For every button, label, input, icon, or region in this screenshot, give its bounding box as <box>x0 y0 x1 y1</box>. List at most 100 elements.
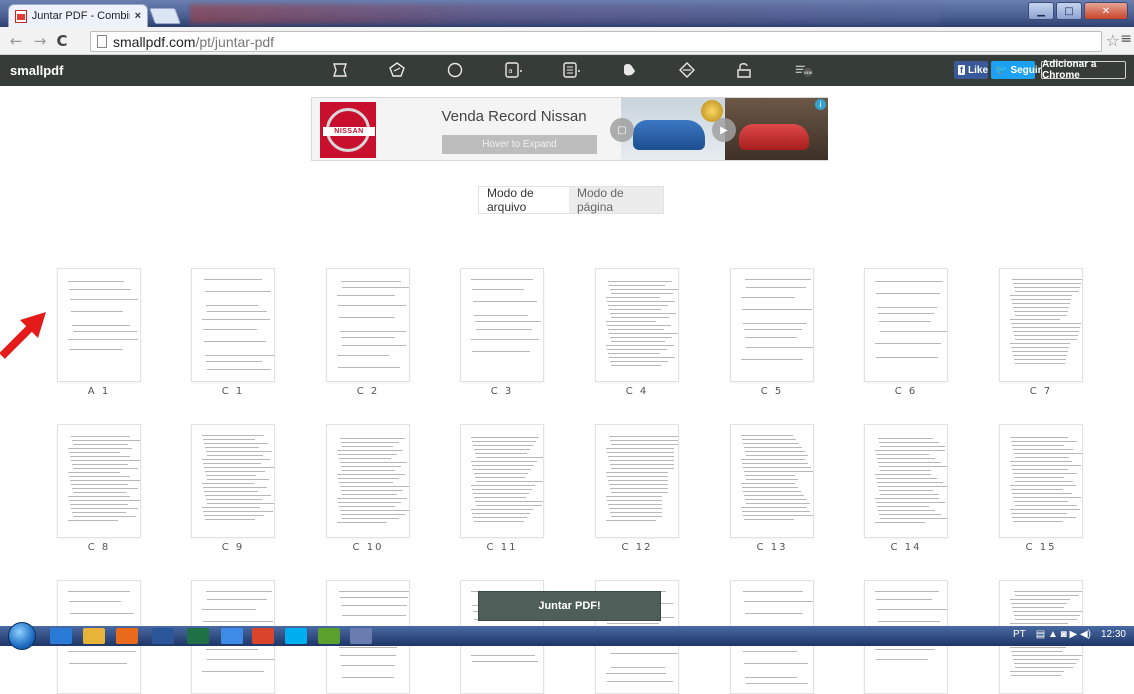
ie-taskbar-icon[interactable] <box>221 628 243 644</box>
window-maximize-button[interactable]: □ <box>1056 2 1082 20</box>
window-minimize-button[interactable]: ▁ <box>1028 2 1054 20</box>
bookmark-star-icon[interactable]: ☆ <box>1106 31 1120 50</box>
page-thumbnail[interactable] <box>460 424 544 538</box>
page-text-line <box>338 454 397 455</box>
reload-button[interactable]: C <box>54 32 70 50</box>
page-text-line <box>743 467 811 468</box>
explorer-taskbar-icon[interactable] <box>50 628 72 644</box>
file-mode-button[interactable]: Modo de arquivo <box>479 186 569 214</box>
ad-banner[interactable]: NISSAN Venda Record Nissan Hover to Expa… <box>311 97 828 161</box>
lock-icon[interactable] <box>731 58 757 82</box>
add-to-chrome-button[interactable]: Adicionar a Chrome <box>1041 59 1126 81</box>
compress-icon[interactable] <box>384 58 410 82</box>
site-logo[interactable]: smallpdf <box>10 63 63 78</box>
skype-taskbar-icon[interactable] <box>285 628 307 644</box>
page-text-line <box>474 315 528 316</box>
page-text-line <box>875 281 943 282</box>
facebook-like-button[interactable]: f Like <box>954 61 988 79</box>
page-text-line <box>876 502 945 503</box>
page-label: C 6 <box>894 386 918 397</box>
page-text-line <box>1013 307 1069 308</box>
page-text-line <box>1014 311 1068 312</box>
paint-taskbar-icon[interactable] <box>318 628 340 644</box>
page-text-line <box>475 321 541 322</box>
page-text-line <box>880 331 947 332</box>
page-thumbnail[interactable] <box>57 424 141 538</box>
page-text-line <box>878 510 935 511</box>
page-thumbnail[interactable] <box>57 268 141 382</box>
diamond-icon[interactable] <box>674 58 700 82</box>
page-text-line <box>876 293 940 294</box>
window-close-button[interactable]: ✕ <box>1084 2 1128 20</box>
page-thumbnail[interactable] <box>864 268 948 382</box>
ad-info-icon[interactable]: i <box>815 99 826 110</box>
new-tool-icon[interactable]: NEW <box>789 58 819 82</box>
page-text-line <box>337 295 395 296</box>
app-taskbar-icon[interactable] <box>350 628 372 644</box>
unlock-icon[interactable] <box>616 58 642 82</box>
page-text-line <box>608 329 664 330</box>
page-text-line <box>72 440 140 441</box>
word-taskbar-icon[interactable] <box>152 628 174 644</box>
page-text-line <box>338 502 401 503</box>
pdf-to-excel-icon[interactable] <box>558 58 584 82</box>
pdf-to-word-icon[interactable]: a <box>500 58 526 82</box>
page-thumbnail[interactable] <box>999 268 1083 382</box>
page-text-line <box>342 494 397 495</box>
page-text-line <box>1011 675 1061 676</box>
page-thumbnail[interactable] <box>191 268 275 382</box>
browser-tab[interactable]: Juntar PDF - Combinar se × <box>8 4 148 27</box>
page-text-line <box>1015 291 1079 292</box>
page-text-line <box>608 480 668 481</box>
back-button[interactable]: ← <box>8 32 24 50</box>
chrome-taskbar-icon[interactable] <box>252 628 274 644</box>
clock[interactable]: 12:30 <box>1101 629 1126 640</box>
folder-taskbar-icon[interactable] <box>83 628 105 644</box>
page-text-line <box>610 361 668 362</box>
page-text-line <box>1014 663 1076 664</box>
page-text-line <box>744 471 813 472</box>
page-thumbnail[interactable] <box>730 268 814 382</box>
forward-button[interactable]: → <box>32 32 48 50</box>
page-thumbnail[interactable] <box>864 424 948 538</box>
ad-hover-expand[interactable]: Hover to Expand <box>442 135 597 154</box>
page-thumbnail[interactable] <box>730 424 814 538</box>
page-text-line <box>341 514 405 515</box>
page-label: C 5 <box>760 386 784 397</box>
page-text-line <box>610 488 668 489</box>
page-text-line <box>611 667 665 668</box>
twitter-follow-button[interactable]: 🐦 Seguir <box>991 61 1042 79</box>
page-text-line <box>203 329 257 330</box>
ad-play-icon[interactable]: ▶ <box>712 118 736 142</box>
page-text-line <box>337 498 407 499</box>
media-taskbar-icon[interactable] <box>116 628 138 644</box>
circle-tool-icon[interactable] <box>442 58 468 82</box>
page-thumbnail[interactable] <box>595 424 679 538</box>
page-thumbnail[interactable] <box>326 268 410 382</box>
page-text-line <box>744 519 794 520</box>
new-tab-button[interactable] <box>149 8 181 24</box>
page-text-line <box>607 681 673 682</box>
page-text-line <box>1014 477 1064 478</box>
merge-pdf-button[interactable]: Juntar PDF! <box>478 591 661 621</box>
page-text-line <box>206 361 262 362</box>
language-indicator[interactable]: PT <box>1013 629 1026 640</box>
crop-tool-icon[interactable] <box>327 58 353 82</box>
tab-close-button[interactable]: × <box>135 10 141 22</box>
page-thumbnail[interactable] <box>460 268 544 382</box>
tray-icons[interactable]: ▤ ▲ ◙ ▶ ◀) <box>1036 629 1091 640</box>
page-thumbnail[interactable] <box>326 424 410 538</box>
url-input[interactable]: smallpdf.com/pt/juntar-pdf <box>90 31 1102 52</box>
page-mode-button[interactable]: Modo de página <box>569 186 663 214</box>
page-text-line <box>339 482 393 483</box>
page-text-line <box>70 504 128 505</box>
page-thumbnail[interactable] <box>595 268 679 382</box>
browser-menu-icon[interactable]: ≡ <box>1120 31 1132 47</box>
excel-taskbar-icon[interactable] <box>187 628 209 644</box>
page-text-line <box>741 483 795 484</box>
page-text-line <box>742 309 812 310</box>
ad-prev-icon[interactable]: ▢ <box>610 118 634 142</box>
page-text-line <box>1010 295 1072 296</box>
page-thumbnail[interactable] <box>191 424 275 538</box>
page-thumbnail[interactable] <box>999 424 1083 538</box>
